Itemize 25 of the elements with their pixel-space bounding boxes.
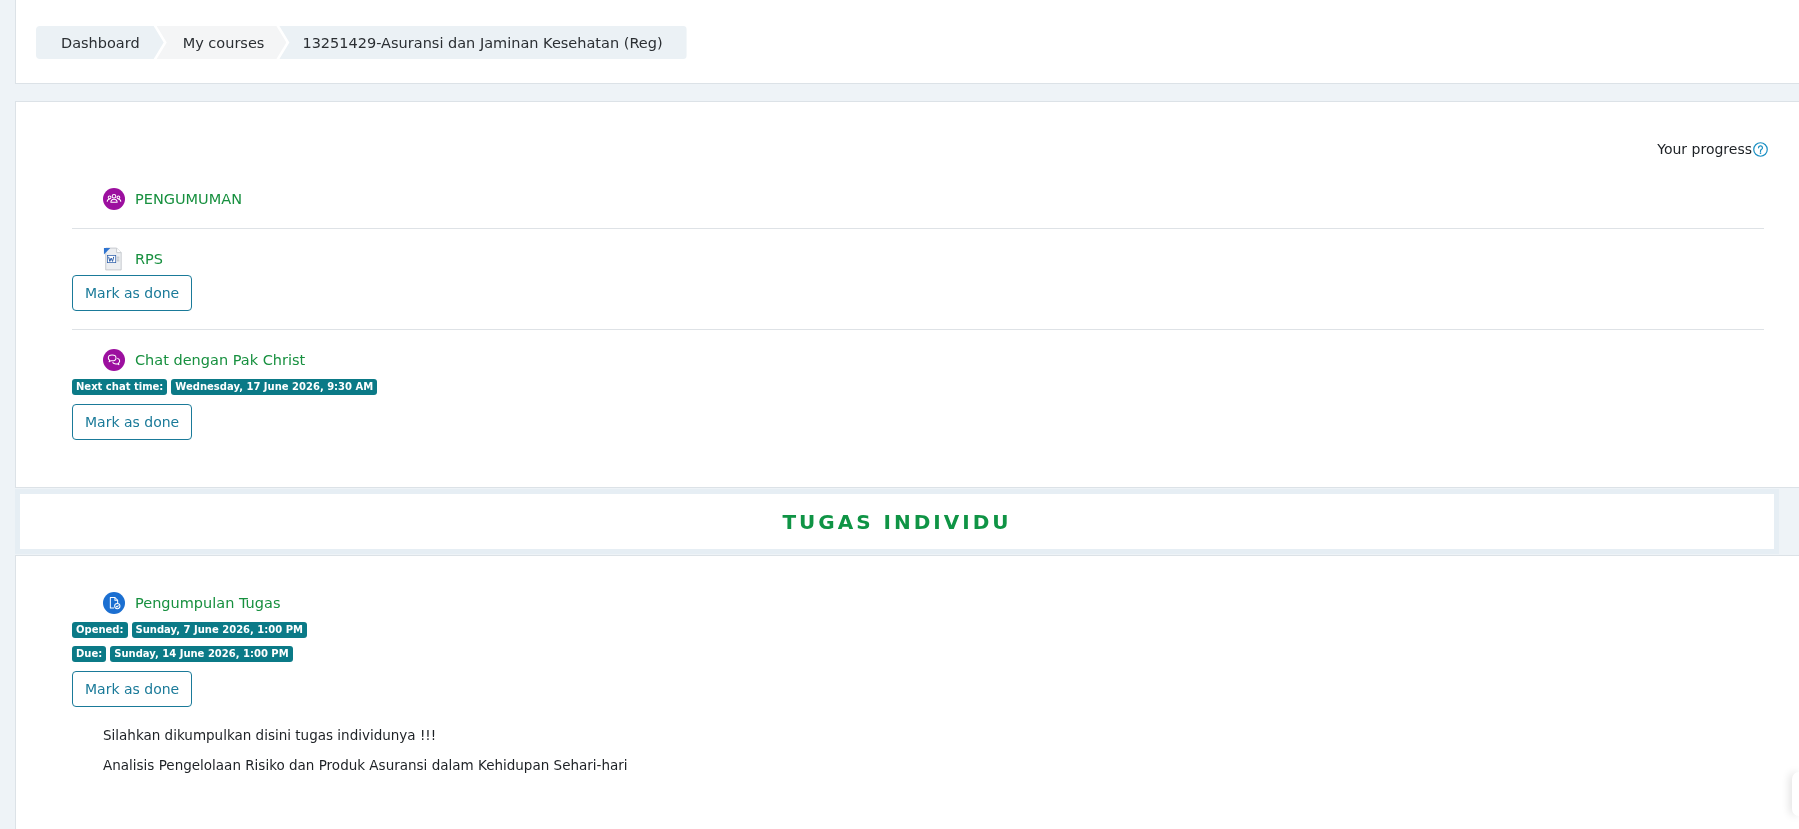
breadcrumb-item[interactable]: Dashboard xyxy=(36,26,164,59)
date-label: Next chat time: xyxy=(72,379,168,395)
date-value: Wednesday, 17 June 2026, 9:30 AM xyxy=(171,379,378,395)
breadcrumb-item[interactable]: 13251429-Asuransi dan Jaminan Kesehatan (Reg) xyxy=(279,26,687,59)
mark-done-button[interactable]: Mark as done xyxy=(72,275,193,311)
date-value: Sunday, 14 June 2026, 1:00 PM xyxy=(110,646,293,662)
section-title: TUGAS INDIVIDU xyxy=(782,509,1012,534)
activity-link[interactable]: RPS xyxy=(135,250,164,267)
people-group-icon xyxy=(103,187,125,210)
description-text: Silahkan dikumpulkan disini tugas individunya !!! xyxy=(103,726,437,745)
date-value: Sunday, 7 June 2026, 1:00 PM xyxy=(131,622,307,638)
mark-done-button[interactable]: Mark as done xyxy=(72,404,193,440)
breadcrumb-item[interactable]: My courses xyxy=(156,26,287,59)
date-label: Opened: xyxy=(72,622,128,638)
mark-done-button[interactable]: Mark as done xyxy=(72,671,193,707)
activity-link[interactable]: PENGUMUMAN xyxy=(135,190,242,207)
description-text: Analisis Pengelolaan Risiko dan Produk Asuransi dalam Kehidupan Sehari-hari xyxy=(103,756,628,775)
progress-label: Your progress xyxy=(1657,141,1752,157)
date-label: Due: xyxy=(72,646,107,662)
word-document-icon xyxy=(103,246,123,271)
activity-link[interactable]: Pengumpulan Tugas xyxy=(135,594,281,611)
help-icon[interactable] xyxy=(1753,141,1768,157)
document-check-icon xyxy=(103,591,125,614)
activity-link[interactable]: Chat dengan Pak Christ xyxy=(135,351,306,368)
speech-bubbles-icon xyxy=(103,348,125,371)
